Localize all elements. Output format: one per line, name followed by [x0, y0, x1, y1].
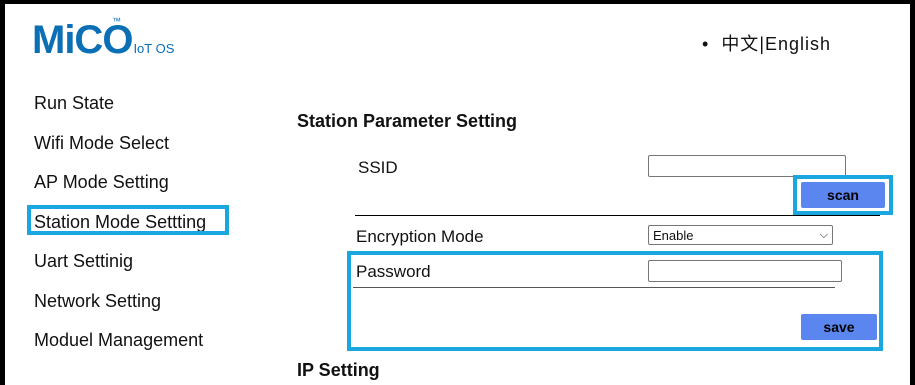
active-highlight	[27, 204, 229, 235]
page: MiCO IoT OS ™ • 中文|English Run State Wifi…	[0, 0, 915, 385]
logo-trademark: ™	[112, 16, 121, 26]
top-border	[0, 0, 915, 4]
lang-english-link[interactable]: English	[765, 34, 831, 54]
encryption-mode-select[interactable]: Enable ⌵	[648, 225, 833, 245]
save-button[interactable]: save	[801, 314, 877, 340]
sidebar-item-label: AP Mode Setting	[34, 172, 169, 192]
password-label: Password	[356, 262, 431, 281]
sidebar-item-wifi-mode-select[interactable]: Wifi Mode Select	[34, 132, 206, 172]
station-parameter-title: Station Parameter Setting	[297, 111, 518, 131]
left-border	[0, 0, 5, 385]
sidebar-item-module-management[interactable]: Moduel Management	[34, 329, 206, 369]
divider	[353, 287, 835, 288]
sidebar-item-network-setting[interactable]: Network Setting	[34, 290, 206, 330]
encryption-mode-label: Encryption Mode	[356, 227, 484, 246]
right-border	[910, 0, 915, 385]
sidebar-item-label: Wifi Mode Select	[34, 132, 170, 153]
encryption-mode-value: Enable	[653, 227, 694, 243]
logo-sub-text: IoT OS	[133, 41, 175, 56]
chevron-down-icon: ⌵	[819, 228, 828, 241]
ip-setting-title: IP Setting	[297, 360, 380, 380]
sidebar-item-label: Uart Settinig	[34, 251, 134, 271]
logo-main-text: MiCO	[32, 18, 133, 62]
sidebar-item-uart-setting[interactable]: Uart Settinig	[34, 250, 206, 290]
sidebar-item-label: Moduel Management	[34, 330, 204, 350]
lang-chinese-link[interactable]: 中文	[721, 34, 759, 54]
divider	[355, 215, 880, 216]
sidebar-nav: Run State Wifi Mode Select AP Mode Setti…	[27, 92, 229, 369]
mico-logo: MiCO IoT OS ™	[32, 16, 175, 62]
sidebar-item-station-mode-setting[interactable]: Station Mode Settting	[27, 204, 229, 251]
scan-button[interactable]: scan	[801, 182, 885, 208]
sidebar-item-label: Network Setting	[34, 290, 162, 311]
sidebar-item-label: Run State	[34, 93, 115, 113]
sidebar-item-run-state[interactable]: Run State	[34, 92, 206, 132]
bullet-icon: •	[702, 34, 710, 54]
language-switcher: • 中文|English	[702, 30, 831, 56]
password-input[interactable]	[648, 260, 842, 282]
ssid-input[interactable]	[648, 155, 846, 177]
ssid-label: SSID	[358, 158, 398, 177]
